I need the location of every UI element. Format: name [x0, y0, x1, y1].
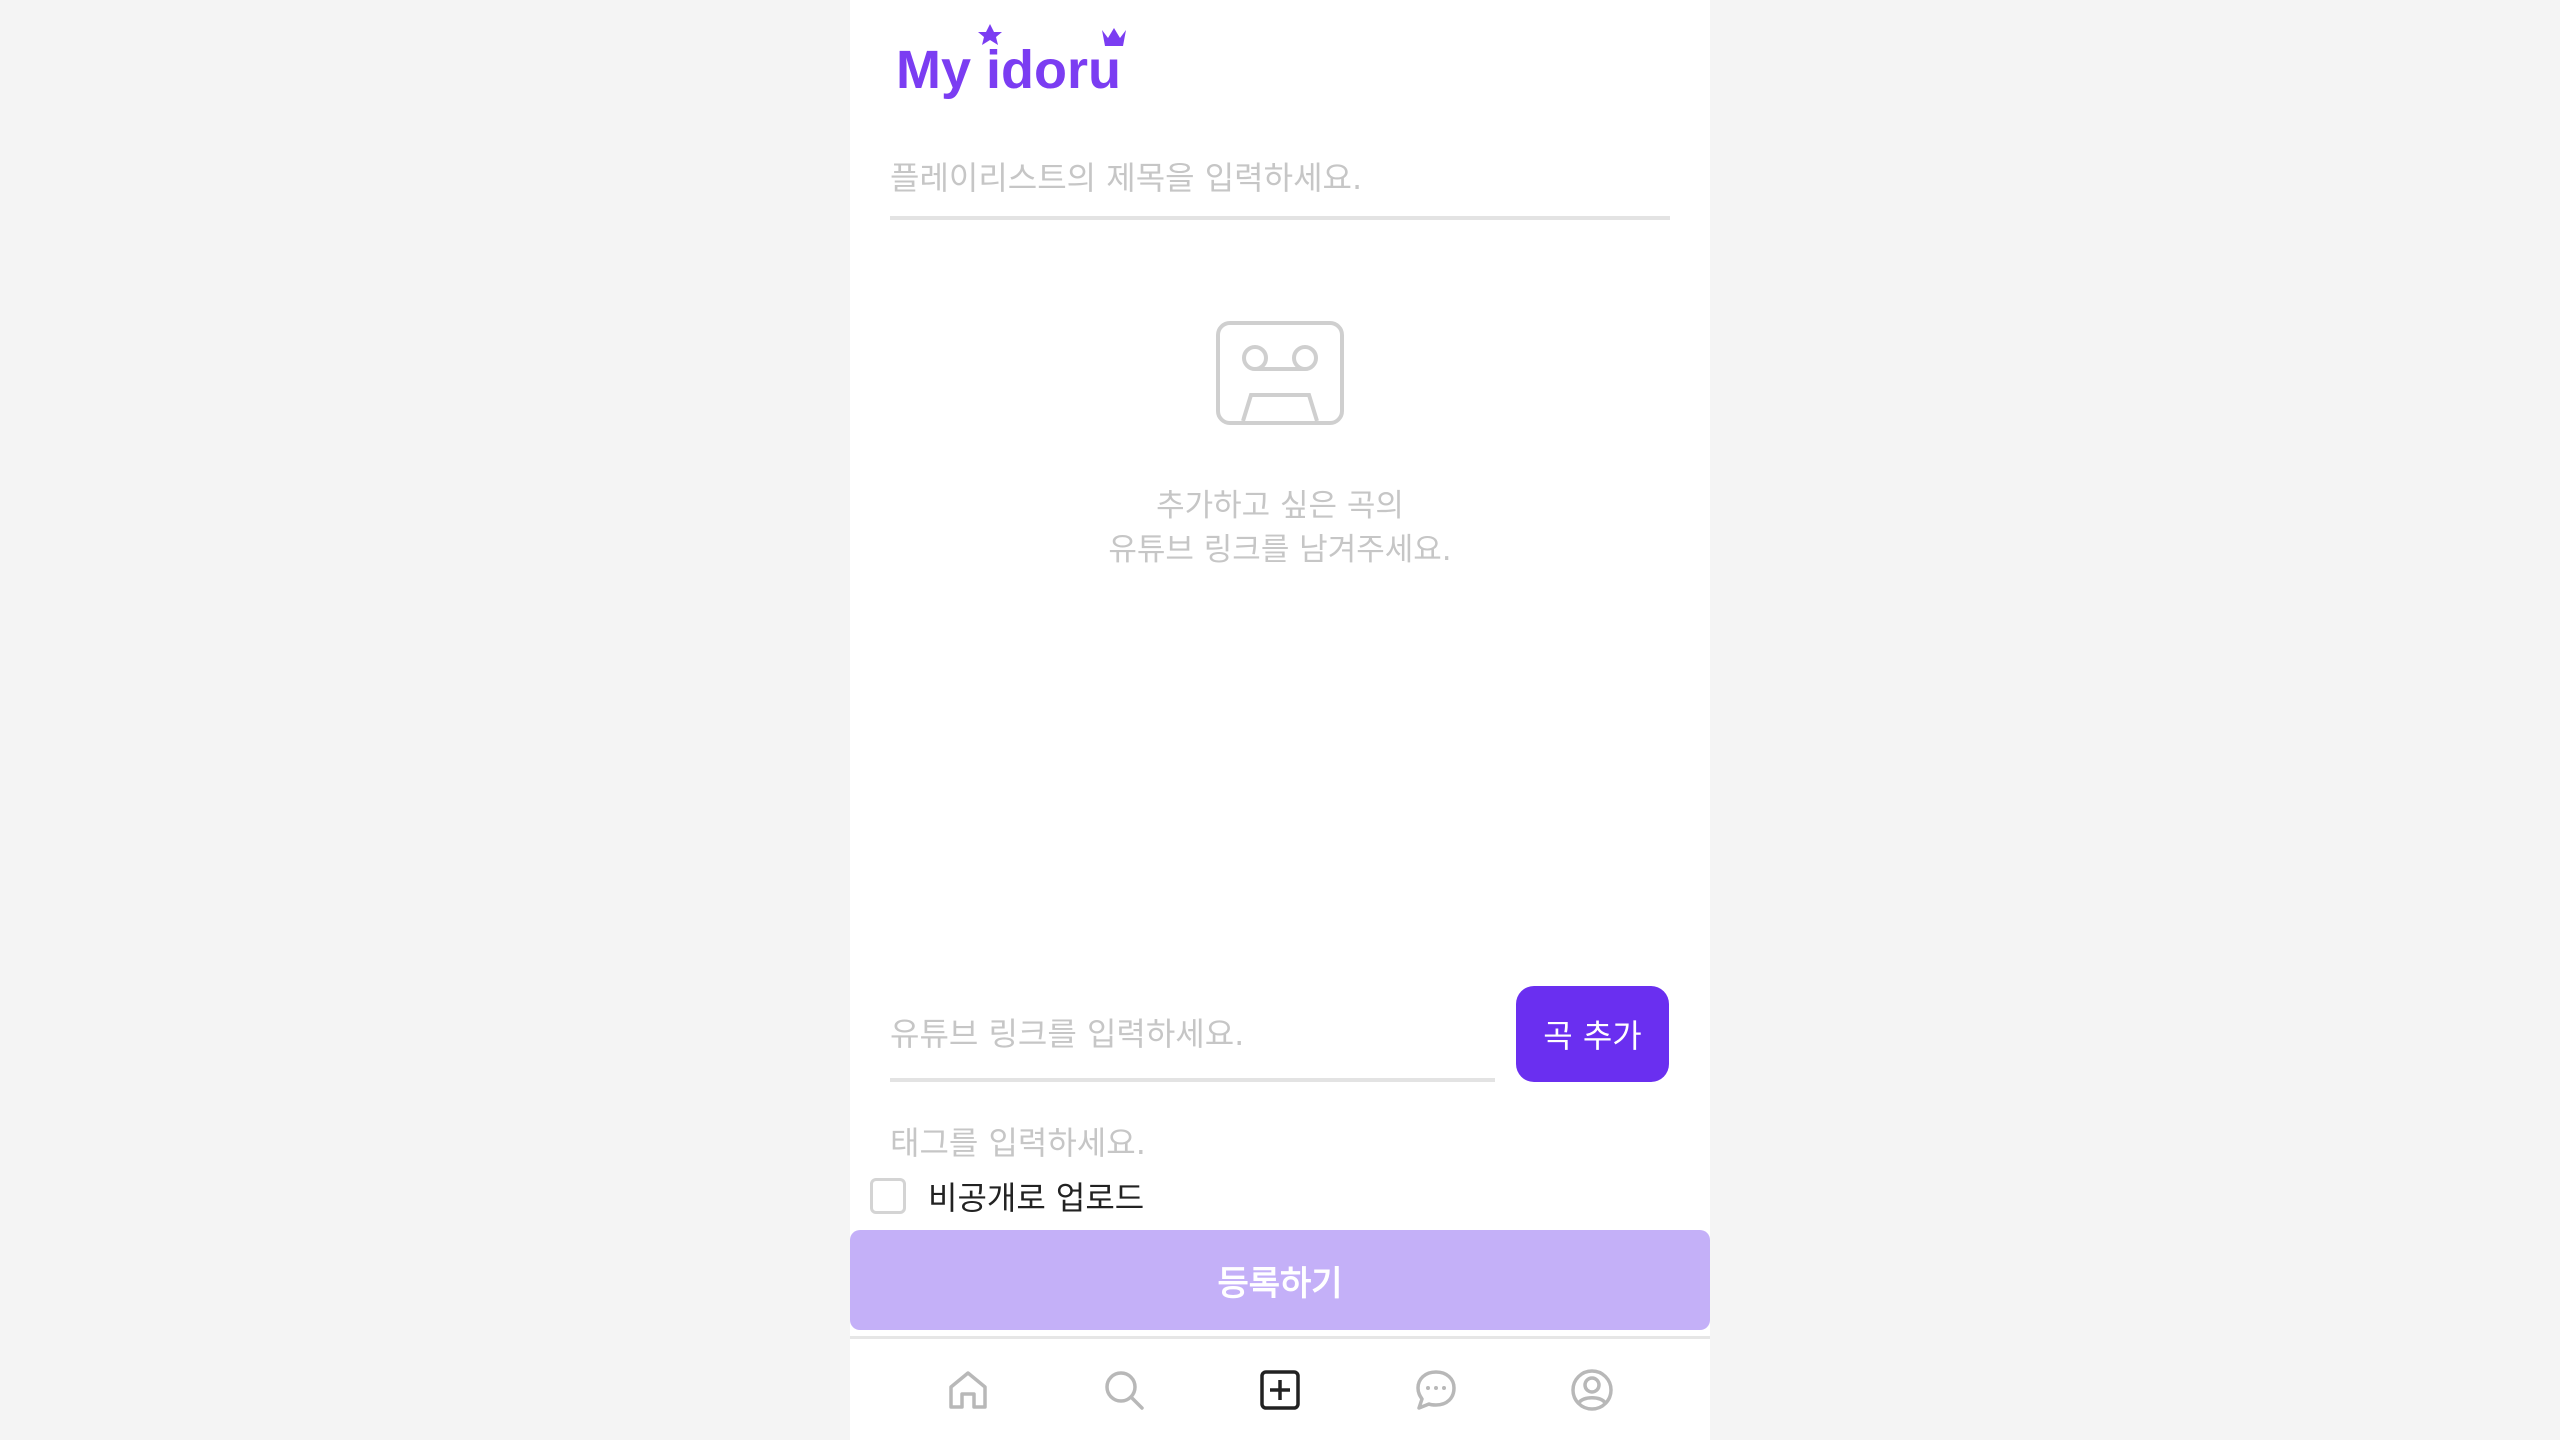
nav-create[interactable]: [1254, 1364, 1306, 1416]
plus-square-icon: [1260, 1369, 1300, 1410]
tag-input[interactable]: [890, 1118, 1670, 1168]
empty-state-message: 추가하고 싶은 곡의 유튜브 링크를 남겨주세요.: [850, 484, 1710, 572]
search-icon: [1105, 1370, 1144, 1410]
private-checkbox[interactable]: [870, 1178, 906, 1214]
youtube-link-input[interactable]: [890, 990, 1495, 1082]
nav-search[interactable]: [1098, 1364, 1150, 1416]
nav-chat[interactable]: [1410, 1364, 1462, 1416]
bottom-nav: [850, 1336, 1710, 1440]
playlist-title-input[interactable]: [890, 140, 1670, 220]
submit-button[interactable]: 등록하기: [850, 1230, 1710, 1330]
cassette-icon: [1216, 321, 1344, 425]
nav-home[interactable]: [942, 1364, 994, 1416]
private-upload-label: 비공개로 업로드: [928, 1179, 1145, 1217]
logo-crown-icon: [1102, 28, 1126, 46]
home-icon: [949, 1370, 987, 1409]
private-upload-option[interactable]: 비공개로 업로드: [870, 1174, 1144, 1218]
add-song-button[interactable]: 곡 추가: [1516, 986, 1669, 1082]
logo: My idoru: [895, 24, 1126, 102]
app-screen: My idoru 추가하고 싶은 곡의 유튜브 링크를 남겨주세요. 곡 추가 …: [850, 0, 1710, 1440]
profile-icon: [1571, 1368, 1613, 1411]
empty-state-line2: 유튜브 링크를 남겨주세요.: [1108, 532, 1452, 568]
empty-state-line1: 추가하고 싶은 곡의: [1156, 488, 1404, 524]
nav-profile[interactable]: [1566, 1364, 1618, 1416]
empty-state: 추가하고 싶은 곡의 유튜브 링크를 남겨주세요.: [850, 320, 1710, 572]
chat-icon: [1416, 1369, 1456, 1410]
logo-text: My idoru: [896, 40, 1121, 100]
